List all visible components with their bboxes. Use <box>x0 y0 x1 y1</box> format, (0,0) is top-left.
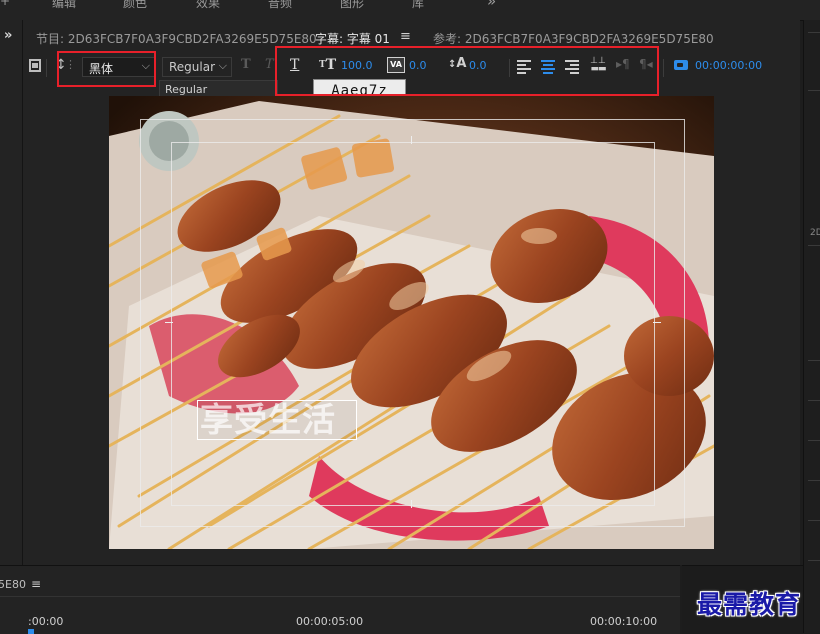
right-panel-label: 2D <box>810 228 820 238</box>
center-mark-right <box>653 322 661 323</box>
timeline-menu-icon[interactable]: ≡ <box>31 577 41 591</box>
caption-tab[interactable]: 字幕: 字幕 01 <box>315 30 390 47</box>
italic-icon[interactable]: T <box>265 57 274 72</box>
caption-frame-icon[interactable] <box>29 59 41 72</box>
timecode-value[interactable]: 00:00:00:00 <box>695 59 762 72</box>
watermark-text: 最需教育 <box>697 590 802 619</box>
menu-item-edit[interactable]: 编辑 <box>52 0 76 11</box>
highlight-font-metrics <box>275 46 659 96</box>
panel-tab-bar: » 节目: 2D63FCB7F0A3F9CBD2FA3269E5D75E80 字… <box>0 28 800 48</box>
menu-item-audio[interactable]: 音频 <box>268 0 292 11</box>
panel-menu-icon[interactable]: ≡ <box>400 29 411 44</box>
left-panel-edge <box>0 20 23 565</box>
timeline-panel: 5E80 ≡ :00:00 00:00:05:00 00:00:10:00 <box>0 565 680 634</box>
font-style-option[interactable]: Regular <box>165 83 207 96</box>
video-frame: 享受生活 <box>109 96 714 549</box>
right-panel-edge: 2D <box>803 20 820 633</box>
reference-monitor-tab[interactable]: 参考: 2D63FCB7F0A3F9CBD2FA3269E5D75E80 <box>433 30 714 47</box>
sequence-id-label: 5E80 <box>0 578 26 591</box>
font-style-dropdown[interactable]: Regular ⌵ <box>162 57 232 77</box>
menu-overflow-icon[interactable]: » <box>487 0 496 10</box>
time-ruler-tick-1: 00:00:05:00 <box>296 615 364 628</box>
playhead[interactable] <box>28 629 34 634</box>
menu-item-library[interactable]: 库 <box>412 0 424 11</box>
expand-panels-icon[interactable]: » <box>4 28 12 43</box>
top-menu-bar: + 编辑 颜色 效果 音频 图形 库 » <box>0 0 820 21</box>
chevron-down-icon: ⌵ <box>218 59 227 72</box>
font-style-value: Regular <box>169 60 216 74</box>
menu-edge-glyph: + <box>0 0 11 8</box>
center-mark-bottom <box>411 500 412 508</box>
center-mark-left <box>165 322 173 323</box>
bold-icon[interactable]: T <box>241 57 251 72</box>
title-safe-guide <box>171 142 655 506</box>
menu-item-effects[interactable]: 效果 <box>196 0 220 11</box>
menu-item-graphics[interactable]: 图形 <box>340 0 364 11</box>
time-ruler-tick-0: :00:00 <box>28 615 64 628</box>
highlight-font-family <box>57 51 156 87</box>
caption-text-box[interactable]: 享受生活 <box>197 400 357 440</box>
center-mark-top <box>411 136 412 144</box>
caption-text: 享受生活 <box>200 400 336 439</box>
caption-track-icon[interactable] <box>674 60 688 70</box>
menu-item-color[interactable]: 颜色 <box>123 0 147 11</box>
program-monitor-tab[interactable]: 节目: 2D63FCB7F0A3F9CBD2FA3269E5D75E80 <box>36 30 317 47</box>
timeline-divider <box>0 596 680 597</box>
time-ruler-tick-2: 00:00:10:00 <box>590 615 658 628</box>
